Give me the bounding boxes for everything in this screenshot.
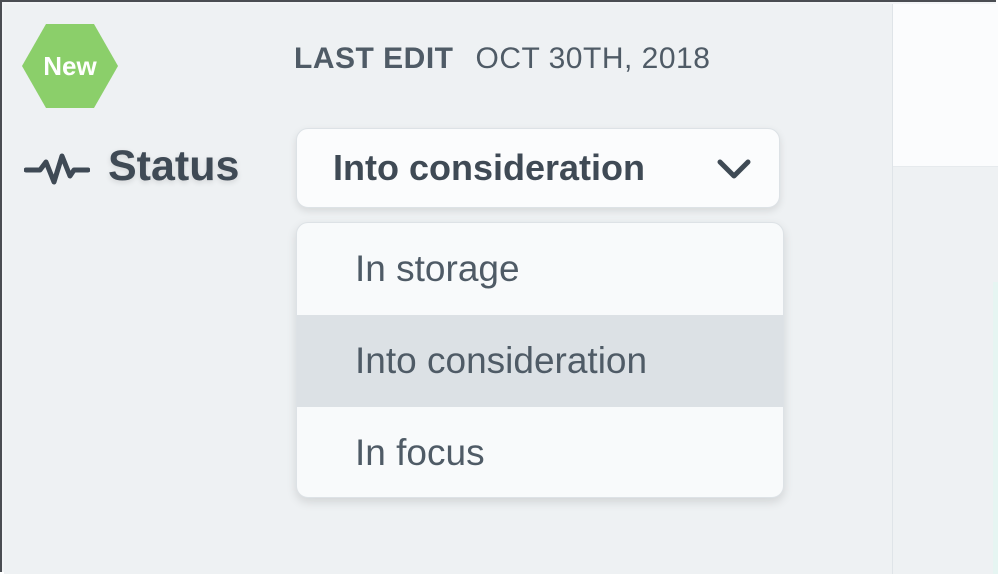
status-option-in-focus[interactable]: In focus (297, 407, 783, 497)
right-accent-strip (993, 282, 998, 574)
last-edit-meta: LAST EDIT OCT 30TH, 2018 (294, 42, 710, 76)
status-label: Status (108, 142, 240, 190)
status-select[interactable]: Into consideration (296, 128, 780, 208)
last-edit-date: OCT 30TH, 2018 (475, 42, 711, 75)
right-header-area (893, 4, 998, 167)
chevron-down-icon (717, 159, 751, 179)
status-select-value: Into consideration (333, 147, 646, 188)
last-edit-label: LAST EDIT (294, 42, 454, 75)
new-badge-label: New (43, 50, 97, 81)
activity-pulse-icon (23, 152, 91, 186)
status-option-into-consideration[interactable]: Into consideration (297, 315, 783, 407)
right-content-area (893, 167, 998, 574)
status-option-in-storage[interactable]: In storage (297, 223, 783, 315)
status-dropdown-menu: In storage Into consideration In focus (296, 222, 784, 498)
